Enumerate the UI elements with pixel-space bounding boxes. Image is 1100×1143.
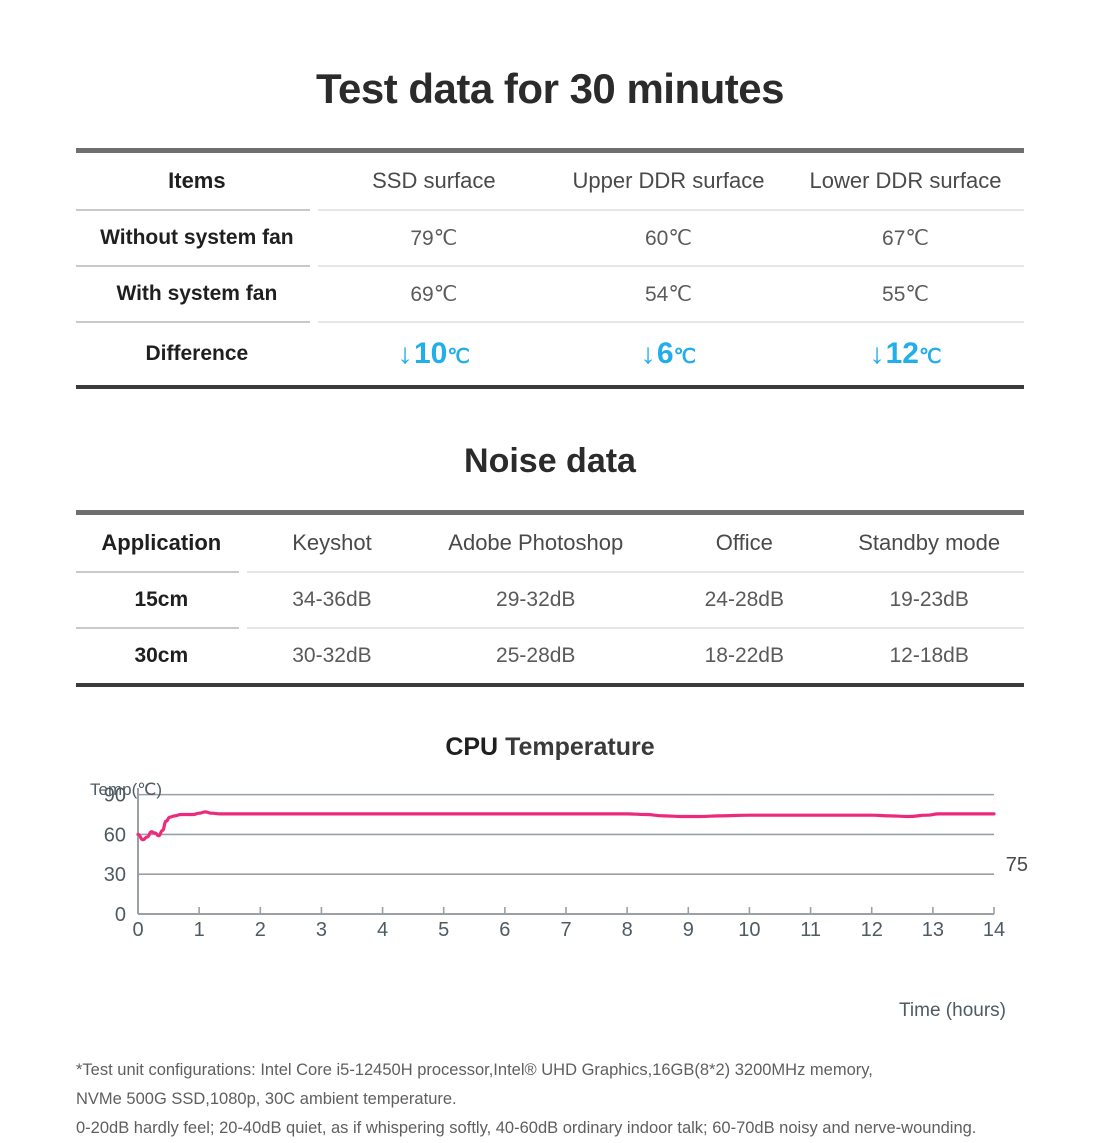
table-row: 15cm 34-36dB 29-32dB 24-28dB 19-23dB — [76, 573, 1024, 627]
difference-unit-lower: ℃ — [918, 346, 942, 368]
down-arrow-icon: ↓ — [639, 338, 656, 369]
thermal-cell-difference-upper: ↓6℃ — [550, 323, 787, 385]
svg-text:9: 9 — [683, 919, 694, 941]
thermal-header-lower-ddr: Lower DDR surface — [809, 168, 1002, 193]
chart-title-rest: Temperature — [498, 733, 655, 761]
thermal-table-wrapper: Items SSD surface Upper DDR surface Lowe… — [76, 148, 1024, 389]
chart-title: CPU Temperature — [0, 735, 1100, 760]
thermal-cell-with-fan-ssd: 69℃ — [410, 282, 458, 306]
svg-text:6: 6 — [499, 919, 510, 941]
page-title: Test data for 30 minutes — [315, 65, 785, 112]
chart-plot-svg: 03060900 1 2 3 4 5 6 7 8 9 10 11 12 13 14 — [104, 785, 1005, 941]
difference-unit-ssd: ℃ — [447, 346, 470, 368]
svg-text:11: 11 — [800, 919, 821, 941]
cpu-temperature-chart: Temp(℃) 75 Time (hours) 0 30 60 90 0 1 2 3 4 5 6 7 8… — [76, 780, 1028, 1021]
difference-value-upper: 6 — [656, 337, 674, 370]
svg-text:1: 1 — [194, 919, 205, 941]
chart-y-axis-label: Temp(℃) — [90, 780, 162, 799]
svg-text:2: 2 — [255, 919, 266, 941]
svg-text:3: 3 — [316, 919, 327, 941]
noise-header-photoshop: Adobe Photoshop — [448, 530, 624, 555]
noise-table: Application Keyshot Adobe Photoshop Offi… — [76, 515, 1024, 683]
thermal-header-items: Items — [168, 168, 226, 193]
thermal-cell-difference-lower: ↓12℃ — [787, 323, 1024, 385]
noise-header-office: Office — [715, 530, 773, 555]
thermal-cell-with-fan-lower: 55℃ — [882, 282, 929, 306]
noise-header-application: Application — [101, 530, 222, 555]
svg-text:60: 60 — [104, 824, 126, 846]
noise-row-label-15cm: 15cm — [134, 588, 189, 611]
footnote-line-1: *Test unit configurations: Intel Core i5… — [76, 1061, 873, 1079]
noise-cell-15cm-keyshot: 34-36dB — [292, 588, 372, 611]
thermal-table: Items SSD surface Upper DDR surface Lowe… — [76, 153, 1024, 385]
thermal-header-upper-ddr: Upper DDR surface — [572, 168, 765, 193]
noise-cell-30cm-standby: 12-18dB — [889, 644, 969, 667]
test-data-page: Test data for 30 minutes Items SSD surfa… — [0, 0, 1100, 1137]
table-row: With system fan 69℃ 54℃ 55℃ — [76, 267, 1024, 321]
noise-table-wrapper: Application Keyshot Adobe Photoshop Offi… — [76, 510, 1024, 687]
table-row: 30cm 30-32dB 25-28dB 18-22dB 12-18dB — [76, 629, 1024, 683]
svg-text:0: 0 — [115, 904, 126, 926]
noise-cell-15cm-standby: 19-23dB — [889, 588, 969, 611]
thermal-cell-without-fan-ssd: 79℃ — [410, 226, 458, 250]
svg-text:8: 8 — [622, 919, 633, 941]
svg-text:14: 14 — [983, 919, 1005, 941]
noise-row-label-30cm: 30cm — [134, 644, 189, 667]
difference-unit-upper: ℃ — [673, 346, 697, 368]
thermal-header-row: Items SSD surface Upper DDR surface Lowe… — [76, 153, 1024, 209]
noise-cell-15cm-photoshop: 29-32dB — [496, 588, 576, 611]
chart-title-bold: CPU — [445, 733, 499, 761]
thermal-table-bottom-rule — [76, 385, 1024, 389]
svg-text:5: 5 — [438, 919, 449, 941]
svg-text:12: 12 — [861, 919, 883, 941]
svg-text:4: 4 — [377, 919, 388, 941]
thermal-row-label-without-fan: Without system fan — [100, 226, 294, 249]
chart-x-axis-label: Time (hours) — [899, 1000, 1006, 1021]
noise-cell-15cm-office: 24-28dB — [704, 588, 784, 611]
noise-header-row: Application Keyshot Adobe Photoshop Offi… — [76, 515, 1024, 571]
footnote-line-3: 0-20dB hardly feel; 20-40dB quiet, as if… — [76, 1119, 977, 1137]
thermal-cell-difference-ssd: ↓10℃ — [318, 323, 550, 385]
svg-text:30: 30 — [104, 864, 126, 886]
thermal-cell-without-fan-lower: 67℃ — [882, 226, 929, 250]
noise-header-standby: Standby mode — [858, 530, 1001, 555]
svg-text:10: 10 — [738, 919, 760, 941]
thermal-cell-with-fan-upper: 54℃ — [645, 282, 692, 306]
table-row: Without system fan 79℃ 60℃ 67℃ — [76, 211, 1024, 265]
noise-header-keyshot: Keyshot — [292, 530, 372, 555]
thermal-header-ssd: SSD surface — [372, 168, 496, 193]
svg-text:0: 0 — [132, 919, 143, 941]
difference-value-lower: 12 — [885, 337, 919, 370]
thermal-row-label-with-fan: With system fan — [116, 282, 278, 305]
noise-table-bottom-rule — [76, 683, 1024, 687]
svg-text:7: 7 — [560, 919, 571, 941]
noise-cell-30cm-keyshot: 30-32dB — [292, 644, 372, 667]
noise-cell-30cm-office: 18-22dB — [704, 644, 784, 667]
noise-section-title: Noise data — [464, 442, 636, 480]
thermal-cell-without-fan-upper: 60℃ — [645, 226, 692, 250]
down-arrow-icon: ↓ — [396, 338, 413, 369]
down-arrow-icon: ↓ — [868, 338, 885, 369]
svg-text:13: 13 — [922, 919, 944, 941]
thermal-row-label-difference: Difference — [145, 342, 249, 365]
chart-endpoint-annotation: 75 — [1005, 854, 1028, 876]
difference-value-ssd: 10 — [413, 337, 448, 370]
table-row-difference: Difference ↓10℃ ↓6℃ ↓12℃ — [76, 323, 1024, 385]
noise-cell-30cm-photoshop: 25-28dB — [496, 644, 576, 667]
